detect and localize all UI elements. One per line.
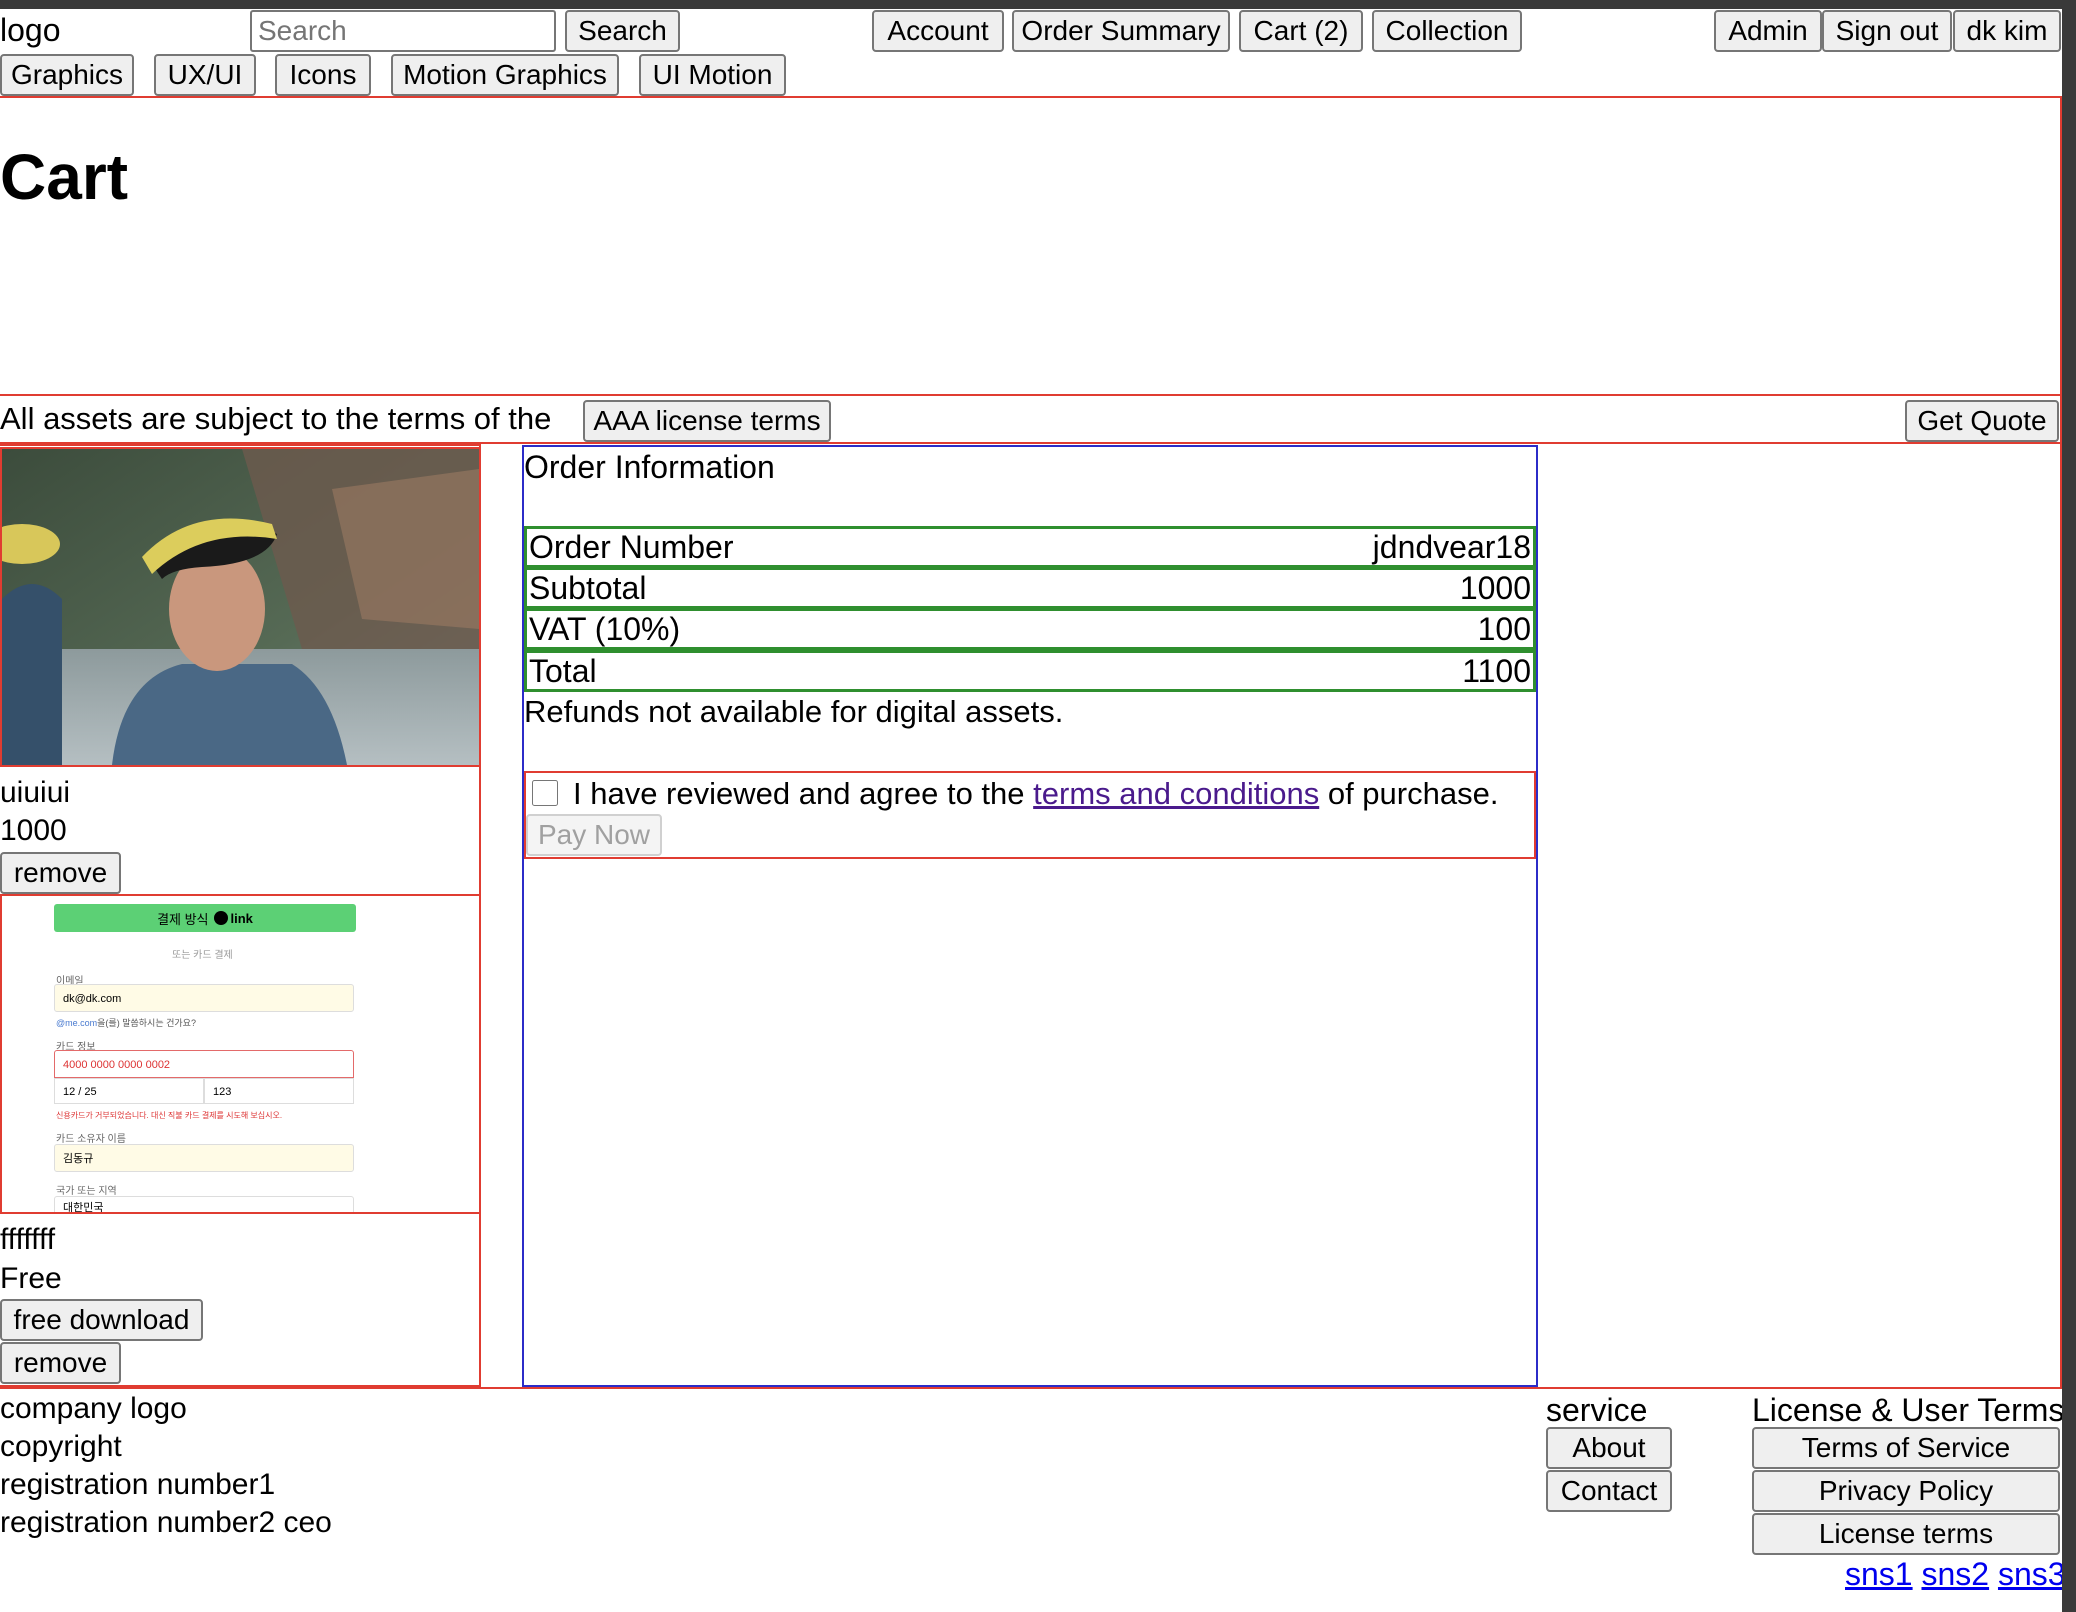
footer-license-heading: License & User Terms xyxy=(1752,1392,2065,1428)
remove-button[interactable]: remove xyxy=(0,852,121,894)
cart-item-name: fffffff xyxy=(0,1223,56,1256)
subtotal-row: Subtotal 1000 xyxy=(524,567,1536,609)
order-information-heading: Order Information xyxy=(524,449,775,485)
country-field: 대한민국 xyxy=(54,1196,354,1212)
refund-note: Refunds not available for digital assets… xyxy=(524,694,1064,729)
email-hint-domain: @me.com xyxy=(56,1018,98,1028)
aaa-license-terms-button[interactable]: AAA license terms xyxy=(583,400,831,442)
category-uxui-button[interactable]: UX/UI xyxy=(154,54,256,96)
link-brand-icon xyxy=(213,911,228,925)
terms-of-service-button[interactable]: Terms of Service xyxy=(1752,1427,2060,1469)
subtotal-label: Subtotal xyxy=(529,569,647,606)
license-terms-button[interactable]: License terms xyxy=(1752,1513,2060,1555)
nav-account-button[interactable]: Account xyxy=(872,10,1004,52)
nav-collection-button[interactable]: Collection xyxy=(1372,10,1522,52)
page-title: Cart xyxy=(0,141,129,213)
sns-links: sns1 sns2 sns3 xyxy=(1845,1556,2066,1593)
country-label: 국가 또는 지역 xyxy=(56,1186,117,1197)
footer-service-heading: service xyxy=(1546,1392,1648,1428)
cart-item-name: uiuiui xyxy=(0,776,71,809)
contact-button[interactable]: Contact xyxy=(1546,1470,1672,1512)
cart-item-thumbnail xyxy=(0,447,481,767)
email-field: dk@dk.com xyxy=(54,984,354,1012)
cyclist-photo xyxy=(2,449,479,765)
agreement-suffix: of purchase. xyxy=(1327,776,1499,811)
sns2-link[interactable]: sns2 xyxy=(1921,1556,1989,1592)
holder-field: 김동규 xyxy=(54,1144,354,1172)
search-button[interactable]: Search xyxy=(565,10,680,52)
sns3-link[interactable]: sns3 xyxy=(1998,1556,2066,1592)
order-number-row: Order Number jdndvear18 xyxy=(524,526,1536,568)
email-hint: @me.com을(를) 말씀하시는 건가요? xyxy=(56,1016,196,1029)
order-number-value: jdndvear18 xyxy=(1372,528,1531,565)
vat-value: 100 xyxy=(1477,610,1531,647)
nav-cart-button[interactable]: Cart (2) xyxy=(1239,10,1363,52)
footer-company-logo: company logo xyxy=(0,1392,187,1425)
window-top-bar xyxy=(0,0,2076,9)
cart-item-thumbnail: 결제 방식 link 또는 카드 결제 이메일 dk@dk.com @me.co… xyxy=(0,894,481,1214)
about-button[interactable]: About xyxy=(1546,1427,1672,1469)
vat-label: VAT (10%) xyxy=(529,610,681,647)
email-hint-text: 을(를) 말씀하시는 건가요? xyxy=(97,1018,196,1028)
card-number-field: 4000 0000 0000 0002 xyxy=(54,1050,354,1078)
hero-section xyxy=(0,96,2062,396)
total-row: Total 1100 xyxy=(524,650,1536,692)
agreement-prefix: I have reviewed and agree to the xyxy=(573,776,1025,811)
footer-registration-1: registration number1 xyxy=(0,1468,276,1501)
payment-method-label: 결제 방식 xyxy=(157,911,209,927)
or-card-label: 또는 카드 결제 xyxy=(172,950,233,961)
free-download-button[interactable]: free download xyxy=(0,1299,203,1341)
privacy-policy-button[interactable]: Privacy Policy xyxy=(1752,1470,2060,1512)
category-ui-motion-button[interactable]: UI Motion xyxy=(639,54,786,96)
holder-label: 카드 소유자 이름 xyxy=(56,1134,126,1145)
license-text: All assets are subject to the terms of t… xyxy=(0,401,552,436)
user-name-button[interactable]: dk kim xyxy=(1953,10,2061,52)
search-input[interactable] xyxy=(250,10,556,52)
sign-out-button[interactable]: Sign out xyxy=(1822,10,1952,52)
admin-button[interactable]: Admin xyxy=(1714,10,1822,52)
subtotal-value: 1000 xyxy=(1459,569,1531,606)
cart-item-price: 1000 xyxy=(0,814,67,847)
category-icons-button[interactable]: Icons xyxy=(275,54,371,96)
payment-link-banner: 결제 방식 link xyxy=(54,904,356,932)
cart-item-price: Free xyxy=(0,1262,62,1295)
logo[interactable]: logo xyxy=(0,12,61,49)
order-number-label: Order Number xyxy=(529,528,734,565)
card-error-text: 신용카드가 거부되었습니다. 대신 직불 카드 결제를 시도해 보십시오. xyxy=(56,1111,283,1120)
card-exp-field: 12 / 25 xyxy=(54,1078,204,1104)
agreement-text: I have reviewed and agree to the terms a… xyxy=(573,776,1498,812)
category-graphics-button[interactable]: Graphics xyxy=(0,54,134,96)
terms-and-conditions-link[interactable]: terms and conditions xyxy=(1033,776,1319,811)
pay-now-button[interactable]: Pay Now xyxy=(526,814,662,856)
remove-button[interactable]: remove xyxy=(0,1342,121,1384)
sns1-link[interactable]: sns1 xyxy=(1845,1556,1913,1592)
footer-registration-2: registration number2 ceo xyxy=(0,1506,332,1539)
scrollbar[interactable] xyxy=(2062,9,2076,1612)
vat-row: VAT (10%) 100 xyxy=(524,608,1536,650)
card-cvc-field: 123 xyxy=(204,1078,354,1104)
get-quote-button[interactable]: Get Quote xyxy=(1905,400,2059,442)
nav-order-summary-button[interactable]: Order Summary xyxy=(1012,10,1230,52)
category-motion-graphics-button[interactable]: Motion Graphics xyxy=(391,54,619,96)
total-value: 1100 xyxy=(1462,652,1531,689)
link-brand-label: link xyxy=(230,910,253,926)
footer-copyright: copyright xyxy=(0,1430,122,1463)
agree-checkbox[interactable] xyxy=(532,780,558,806)
total-label: Total xyxy=(529,652,597,689)
